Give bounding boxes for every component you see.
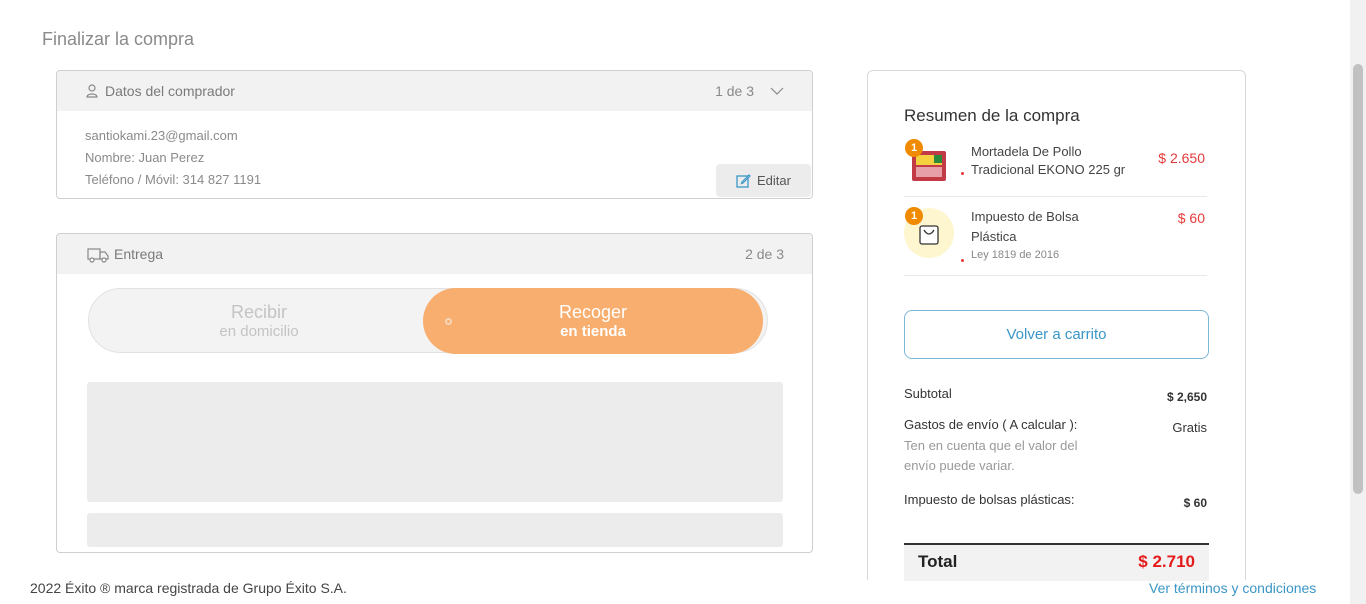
item-name-line2: Plástica	[971, 229, 1017, 244]
option-home-line2: en domicilio	[219, 322, 299, 340]
item-price: $ 60	[1177, 210, 1205, 226]
item-name: Mortadela De Pollo Tradicional EKONO 225…	[971, 143, 1125, 179]
radio-indicator-icon	[445, 318, 452, 325]
loading-placeholder	[87, 382, 783, 502]
scrollbar-thumb[interactable]	[1353, 64, 1363, 494]
option-store-line2: en tienda	[560, 323, 626, 340]
page-title: Finalizar la compra	[42, 29, 195, 49]
shipping-note: Ten en cuenta que el valor del envío pue…	[904, 438, 1078, 473]
buyer-step-indicator: 1 de 3	[715, 83, 754, 99]
buyer-data-card: Datos del comprador 1 de 3 santiokami.23…	[56, 70, 813, 199]
bags-tax-row: Impuesto de bolsas plásticas: $ 60	[904, 492, 1207, 510]
truck-icon	[87, 247, 109, 263]
delivery-step-indicator: 2 de 3	[745, 246, 784, 262]
total-value: $ 2.710	[1138, 552, 1195, 571]
subtotal-label: Subtotal	[904, 386, 952, 401]
buyer-data-header[interactable]: Datos del comprador 1 de 3	[57, 71, 812, 111]
option-store-pickup[interactable]: Recoger en tienda	[423, 288, 763, 354]
shipping-value: Gratis	[1172, 420, 1207, 435]
bags-tax-value: $ 60	[1183, 496, 1207, 510]
shipping-row: Gastos de envío ( A calcular ): Gratis	[904, 417, 1207, 435]
buyer-phone: Teléfono / Móvil: 314 827 1191	[85, 172, 262, 187]
item-name-line2: Tradicional EKONO 225 gr	[971, 162, 1126, 177]
item-name-line1: Mortadela De Pollo	[971, 144, 1082, 159]
edit-button-label: Editar	[757, 173, 791, 188]
item-subtitle: Ley 1819 de 2016	[971, 249, 1060, 261]
item-name: Impuesto de Bolsa Plástica	[971, 207, 1079, 247]
shipping-label: Gastos de envío ( A calcular ):	[904, 417, 1078, 432]
delivery-title: Entrega	[114, 246, 164, 262]
bags-tax-label: Impuesto de bolsas plásticas:	[904, 492, 1075, 507]
scrollbar[interactable]	[1350, 0, 1366, 604]
chevron-down-icon[interactable]	[770, 84, 784, 98]
summary-title: Resumen de la compra	[904, 106, 1080, 125]
back-to-cart-button[interactable]: Volver a carrito	[904, 310, 1209, 359]
status-dot	[961, 259, 964, 262]
edit-icon	[736, 174, 751, 188]
delivery-card: Entrega 2 de 3 Recibir en domicilio Reco…	[56, 233, 813, 553]
summary-item: 1 Mortadela De Pollo Tradicional EKONO 2…	[904, 139, 1207, 197]
order-summary: Resumen de la compra 1 Mortadela De Poll…	[867, 70, 1246, 581]
user-icon	[85, 84, 99, 98]
total-label: Total	[918, 552, 958, 571]
delivery-header: Entrega 2 de 3	[57, 234, 812, 274]
subtotal-value: $ 2,650	[1166, 390, 1207, 404]
summary-item: 1 Impuesto de Bolsa Plástica Ley 1819 de…	[904, 203, 1207, 276]
option-store-line1: Recoger	[558, 302, 628, 322]
option-home-line1: Recibir	[230, 301, 287, 322]
buyer-info: santiokami.23@gmail.com Nombre: Juan Per…	[57, 111, 812, 198]
status-dot	[961, 172, 964, 175]
terms-link[interactable]: Ver términos y condiciones	[1149, 580, 1316, 596]
item-price: $ 2.650	[1158, 150, 1205, 166]
quantity-badge: 1	[905, 207, 923, 225]
option-home-delivery[interactable]: Recibir en domicilio	[89, 289, 429, 352]
loading-placeholder	[87, 513, 783, 547]
buyer-email: santiokami.23@gmail.com	[85, 128, 238, 143]
buyer-name: Nombre: Juan Perez	[85, 150, 205, 165]
quantity-badge: 1	[905, 139, 923, 157]
footer-copyright: 2022 Éxito ® marca registrada de Grupo É…	[30, 580, 347, 596]
delivery-mode-toggle: Recibir en domicilio Recoger en tienda	[88, 288, 768, 354]
edit-button[interactable]: Editar	[716, 164, 811, 197]
buyer-data-title: Datos del comprador	[105, 83, 235, 99]
subtotal-row: Subtotal $ 2,650	[904, 386, 1207, 404]
total-row: Total $ 2.710	[904, 543, 1209, 581]
item-name-line1: Impuesto de Bolsa	[971, 209, 1079, 224]
